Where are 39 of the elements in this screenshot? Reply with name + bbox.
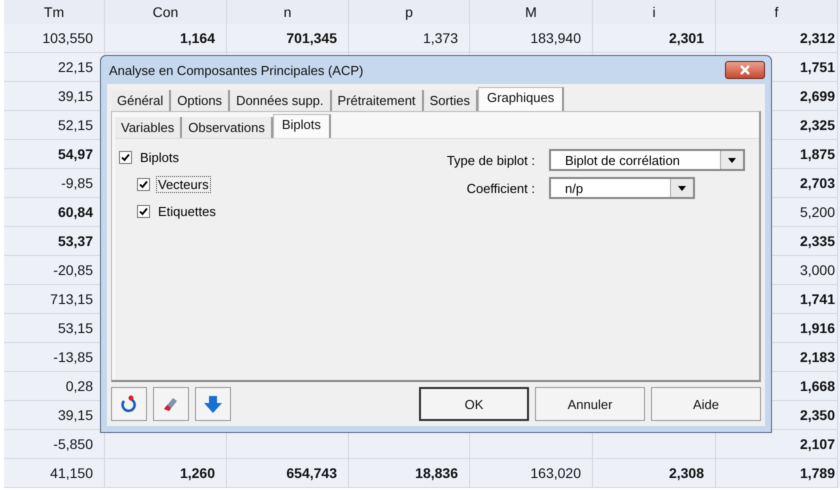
dropdown[interactable]: n/p — [549, 177, 695, 199]
reset-button[interactable] — [111, 387, 147, 421]
tab[interactable]: Sorties — [424, 90, 478, 111]
dropdown[interactable]: Biplot de corrélation — [549, 149, 745, 171]
tab[interactable]: Données supp. — [230, 90, 332, 111]
close-button[interactable] — [725, 61, 765, 79]
table-cell: 2,308 — [593, 459, 716, 488]
tab[interactable]: Général — [111, 90, 172, 111]
dialog-button[interactable]: OK — [419, 387, 529, 421]
tab[interactable]: Options — [171, 90, 230, 111]
dialog-button[interactable]: Aide — [651, 387, 761, 421]
eraser-button[interactable] — [153, 387, 189, 421]
checkbox[interactable] — [137, 205, 150, 218]
tab[interactable]: Variables — [115, 117, 182, 138]
window-title: Analyse en Composantes Principales (ACP) — [108, 62, 364, 78]
checkbox[interactable] — [119, 151, 132, 164]
tab[interactable]: Observations — [182, 117, 273, 138]
down-arrow-icon — [203, 394, 223, 414]
download-button[interactable] — [195, 387, 231, 421]
table-cell: 1,260 — [105, 459, 227, 488]
dialog-button[interactable]: Annuler — [535, 387, 645, 421]
table-cell: 1,789 — [716, 459, 838, 488]
field-label: Coefficient : — [466, 180, 535, 196]
caret-icon — [678, 186, 686, 190]
checkbox-label[interactable]: Vecteurs — [156, 176, 211, 193]
table-cell: 41,150 — [4, 459, 105, 488]
field-label: Type de biplot : — [446, 152, 535, 168]
caret-icon — [728, 158, 736, 162]
table-cell: 654,743 — [227, 459, 349, 488]
close-icon — [739, 65, 751, 75]
checkbox-label[interactable]: Etiquettes — [156, 203, 218, 220]
tab[interactable]: Prétraitement — [332, 90, 424, 111]
circular-arrow-icon — [119, 394, 139, 414]
table-cell: 163,020 — [470, 459, 593, 488]
tab[interactable]: Graphiques — [478, 87, 564, 111]
tab[interactable]: Biplots — [272, 114, 331, 138]
checkbox-label[interactable]: Biplots — [138, 149, 182, 166]
checkbox[interactable] — [137, 178, 150, 191]
table-cell: 18,836 — [349, 459, 470, 488]
